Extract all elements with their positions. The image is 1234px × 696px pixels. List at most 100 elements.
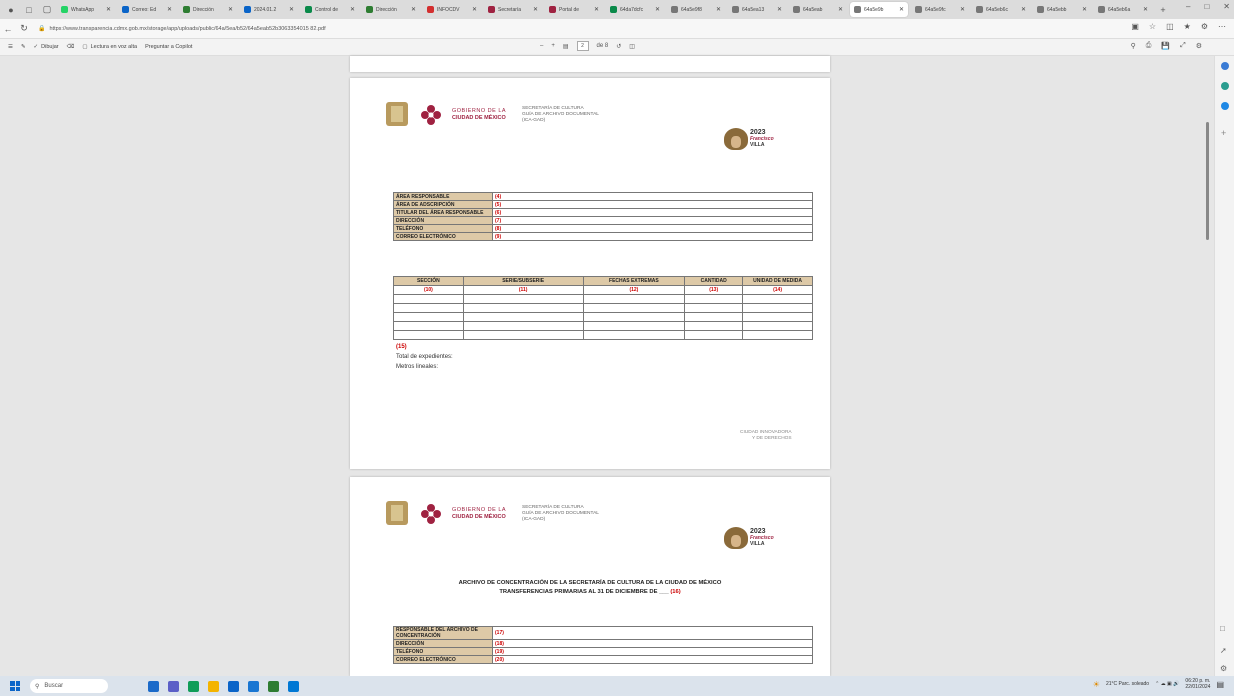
fit-page-icon[interactable]: ▤ bbox=[563, 43, 569, 50]
read-aloud-button[interactable]: ▢ Lectura en voz alta bbox=[82, 44, 137, 50]
extensions-icon[interactable]: ⚙ bbox=[1201, 22, 1208, 31]
tab-close-icon[interactable]: ✕ bbox=[960, 6, 965, 13]
tray-icons[interactable]: ⌃ ☁ ▣ 🔊 bbox=[1155, 681, 1179, 687]
search-icon[interactable]: ⚲ bbox=[1131, 42, 1136, 50]
edge-icon[interactable] bbox=[188, 680, 199, 692]
tab-close-icon[interactable]: ✕ bbox=[716, 6, 721, 13]
draw-button[interactable]: ✓ Dibujar bbox=[34, 44, 59, 50]
table-row: TELÉFONO (8) bbox=[393, 224, 813, 233]
zoom-out-icon[interactable]: – bbox=[540, 43, 543, 49]
fullscreen-icon[interactable]: ⤢ bbox=[1180, 42, 1186, 50]
tab-favicon bbox=[610, 6, 617, 13]
browser-tab[interactable]: 64a5eb6a ✕ bbox=[1094, 2, 1152, 17]
browser-tab[interactable]: 64a5ea13 ✕ bbox=[728, 2, 786, 17]
browser-tab[interactable]: 64a5e9fc ✕ bbox=[911, 2, 969, 17]
erase-icon[interactable]: ⌫ bbox=[67, 44, 75, 50]
close-icon[interactable]: ✕ bbox=[1223, 2, 1230, 11]
print-icon[interactable]: ⎙ bbox=[1146, 42, 1152, 50]
tab-close-icon[interactable]: ✕ bbox=[838, 6, 843, 13]
copilot-icon[interactable] bbox=[1221, 62, 1229, 70]
start-icon[interactable] bbox=[10, 681, 20, 691]
url-field[interactable]: 🔒 https://www.transparencia.cdmx.gob.mx/s… bbox=[38, 22, 1018, 36]
tab-close-icon[interactable]: ✕ bbox=[289, 6, 294, 13]
outlook-icon[interactable] bbox=[228, 680, 239, 692]
read-mode-icon[interactable]: ▣ bbox=[1131, 22, 1139, 31]
tab-close-icon[interactable]: ✕ bbox=[1021, 6, 1026, 13]
tab-close-icon[interactable]: ✕ bbox=[350, 6, 355, 13]
rotate-icon[interactable]: ↺ bbox=[616, 43, 621, 50]
browser-tab[interactable]: INFOCDV ✕ bbox=[423, 2, 481, 17]
draw-label: Dibujar bbox=[41, 44, 59, 50]
clock[interactable]: 06:20 p. m. 22/01/2024 bbox=[1185, 678, 1210, 690]
tab-close-icon[interactable]: ✕ bbox=[1082, 6, 1087, 13]
external-icon[interactable]: ➚ bbox=[1220, 646, 1227, 655]
page-header: GOBIERNO DE LA CIUDAD DE MÉXICO SECRETARÍ… bbox=[386, 102, 806, 162]
tab-close-icon[interactable]: ✕ bbox=[777, 6, 782, 13]
tab-close-icon[interactable]: ✕ bbox=[411, 6, 416, 13]
browser-tab[interactable]: WhatsApp ✕ bbox=[57, 2, 115, 17]
tab-close-icon[interactable]: ✕ bbox=[472, 6, 477, 13]
browser-tab[interactable]: 64a5ebb ✕ bbox=[1033, 2, 1091, 17]
sidebar-settings-icon[interactable]: ⚙ bbox=[1220, 664, 1227, 673]
back-icon[interactable]: ← bbox=[0, 24, 16, 34]
tab-close-icon[interactable]: ✕ bbox=[899, 6, 904, 13]
news-icon[interactable] bbox=[148, 680, 159, 692]
more-icon[interactable]: ⋯ bbox=[1218, 22, 1226, 31]
split-screen-icon[interactable]: ◫ bbox=[1166, 22, 1174, 31]
page-number-input[interactable]: 2 bbox=[576, 41, 589, 51]
highlight-icon[interactable]: ✎ bbox=[21, 44, 26, 50]
profile-icon[interactable]: ● bbox=[4, 3, 18, 17]
browser-tab[interactable]: 64a5eab ✕ bbox=[789, 2, 847, 17]
tab-close-icon[interactable]: ✕ bbox=[228, 6, 233, 13]
workspaces-icon[interactable]: □ bbox=[22, 3, 36, 17]
tab-close-icon[interactable]: ✕ bbox=[167, 6, 172, 13]
files-icon[interactable] bbox=[208, 680, 219, 692]
browser-tab[interactable]: 64a5e9f8 ✕ bbox=[667, 2, 725, 17]
contents-icon[interactable]: ☰ bbox=[8, 44, 13, 50]
weather-text[interactable]: 21°C Parc. soleado bbox=[1106, 681, 1149, 687]
browser-tab[interactable]: Dirección ✕ bbox=[362, 2, 420, 17]
split-icon[interactable]: □ bbox=[1220, 624, 1225, 633]
tab-close-icon[interactable]: ✕ bbox=[1143, 6, 1148, 13]
app-icon[interactable] bbox=[288, 680, 299, 692]
collections-icon[interactable]: ★ bbox=[1184, 22, 1191, 31]
settings-icon[interactable]: ⚙ bbox=[1196, 42, 1202, 50]
new-tab-icon[interactable]: + bbox=[1156, 3, 1170, 17]
taskbar-search[interactable]: ⚲ Buscar bbox=[30, 679, 108, 693]
browser-tab[interactable]: 64da7dcfc ✕ bbox=[606, 2, 664, 17]
page-view-icon[interactable]: ◫ bbox=[629, 43, 635, 50]
browser-tab[interactable]: Dirección ✕ bbox=[179, 2, 237, 17]
url-text: https://www.transparencia.cdmx.gob.mx/st… bbox=[49, 25, 326, 32]
browser-tab[interactable]: Control de ✕ bbox=[301, 2, 359, 17]
tab-close-icon[interactable]: ✕ bbox=[655, 6, 660, 13]
store-icon[interactable] bbox=[248, 680, 259, 692]
tab-close-icon[interactable]: ✕ bbox=[106, 6, 111, 13]
tab-close-icon[interactable]: ✕ bbox=[533, 6, 538, 13]
outlook-icon[interactable] bbox=[1221, 102, 1229, 110]
add-app-icon[interactable]: + bbox=[1221, 128, 1226, 138]
tab-close-icon[interactable]: ✕ bbox=[594, 6, 599, 13]
row-value: (7) bbox=[492, 216, 813, 225]
tab-actions-icon[interactable]: ▢ bbox=[40, 3, 54, 17]
teams-icon[interactable] bbox=[168, 680, 179, 692]
save-icon[interactable]: 💾 bbox=[1161, 42, 1170, 50]
notifications-icon[interactable]: ▤ bbox=[1216, 680, 1224, 689]
pdf-page-1-bottom bbox=[350, 56, 830, 72]
app-icon[interactable] bbox=[268, 680, 279, 692]
tab-favicon bbox=[549, 6, 556, 13]
maximize-icon[interactable]: □ bbox=[1204, 2, 1209, 11]
zoom-in-icon[interactable]: + bbox=[551, 43, 555, 49]
browser-tab[interactable]: Correo: Ed ✕ bbox=[118, 2, 176, 17]
scrollbar[interactable] bbox=[1206, 122, 1209, 240]
browser-tab[interactable]: 2024.01.2 ✕ bbox=[240, 2, 298, 17]
copilot-button[interactable]: Preguntar a Copilot bbox=[145, 44, 192, 50]
favorite-icon[interactable]: ☆ bbox=[1149, 22, 1156, 31]
browser-tab[interactable]: Portal de ✕ bbox=[545, 2, 603, 17]
browser-tab[interactable]: 64a5eb6c ✕ bbox=[972, 2, 1030, 17]
tab-title: WhatsApp bbox=[71, 6, 95, 13]
sidebar-app-icon[interactable] bbox=[1221, 82, 1229, 90]
minimize-icon[interactable]: – bbox=[1186, 2, 1190, 11]
browser-tab[interactable]: 64a5e9b ✕ bbox=[850, 2, 908, 17]
browser-tab[interactable]: Secretaría ✕ bbox=[484, 2, 542, 17]
refresh-icon[interactable]: ↻ bbox=[16, 23, 32, 34]
